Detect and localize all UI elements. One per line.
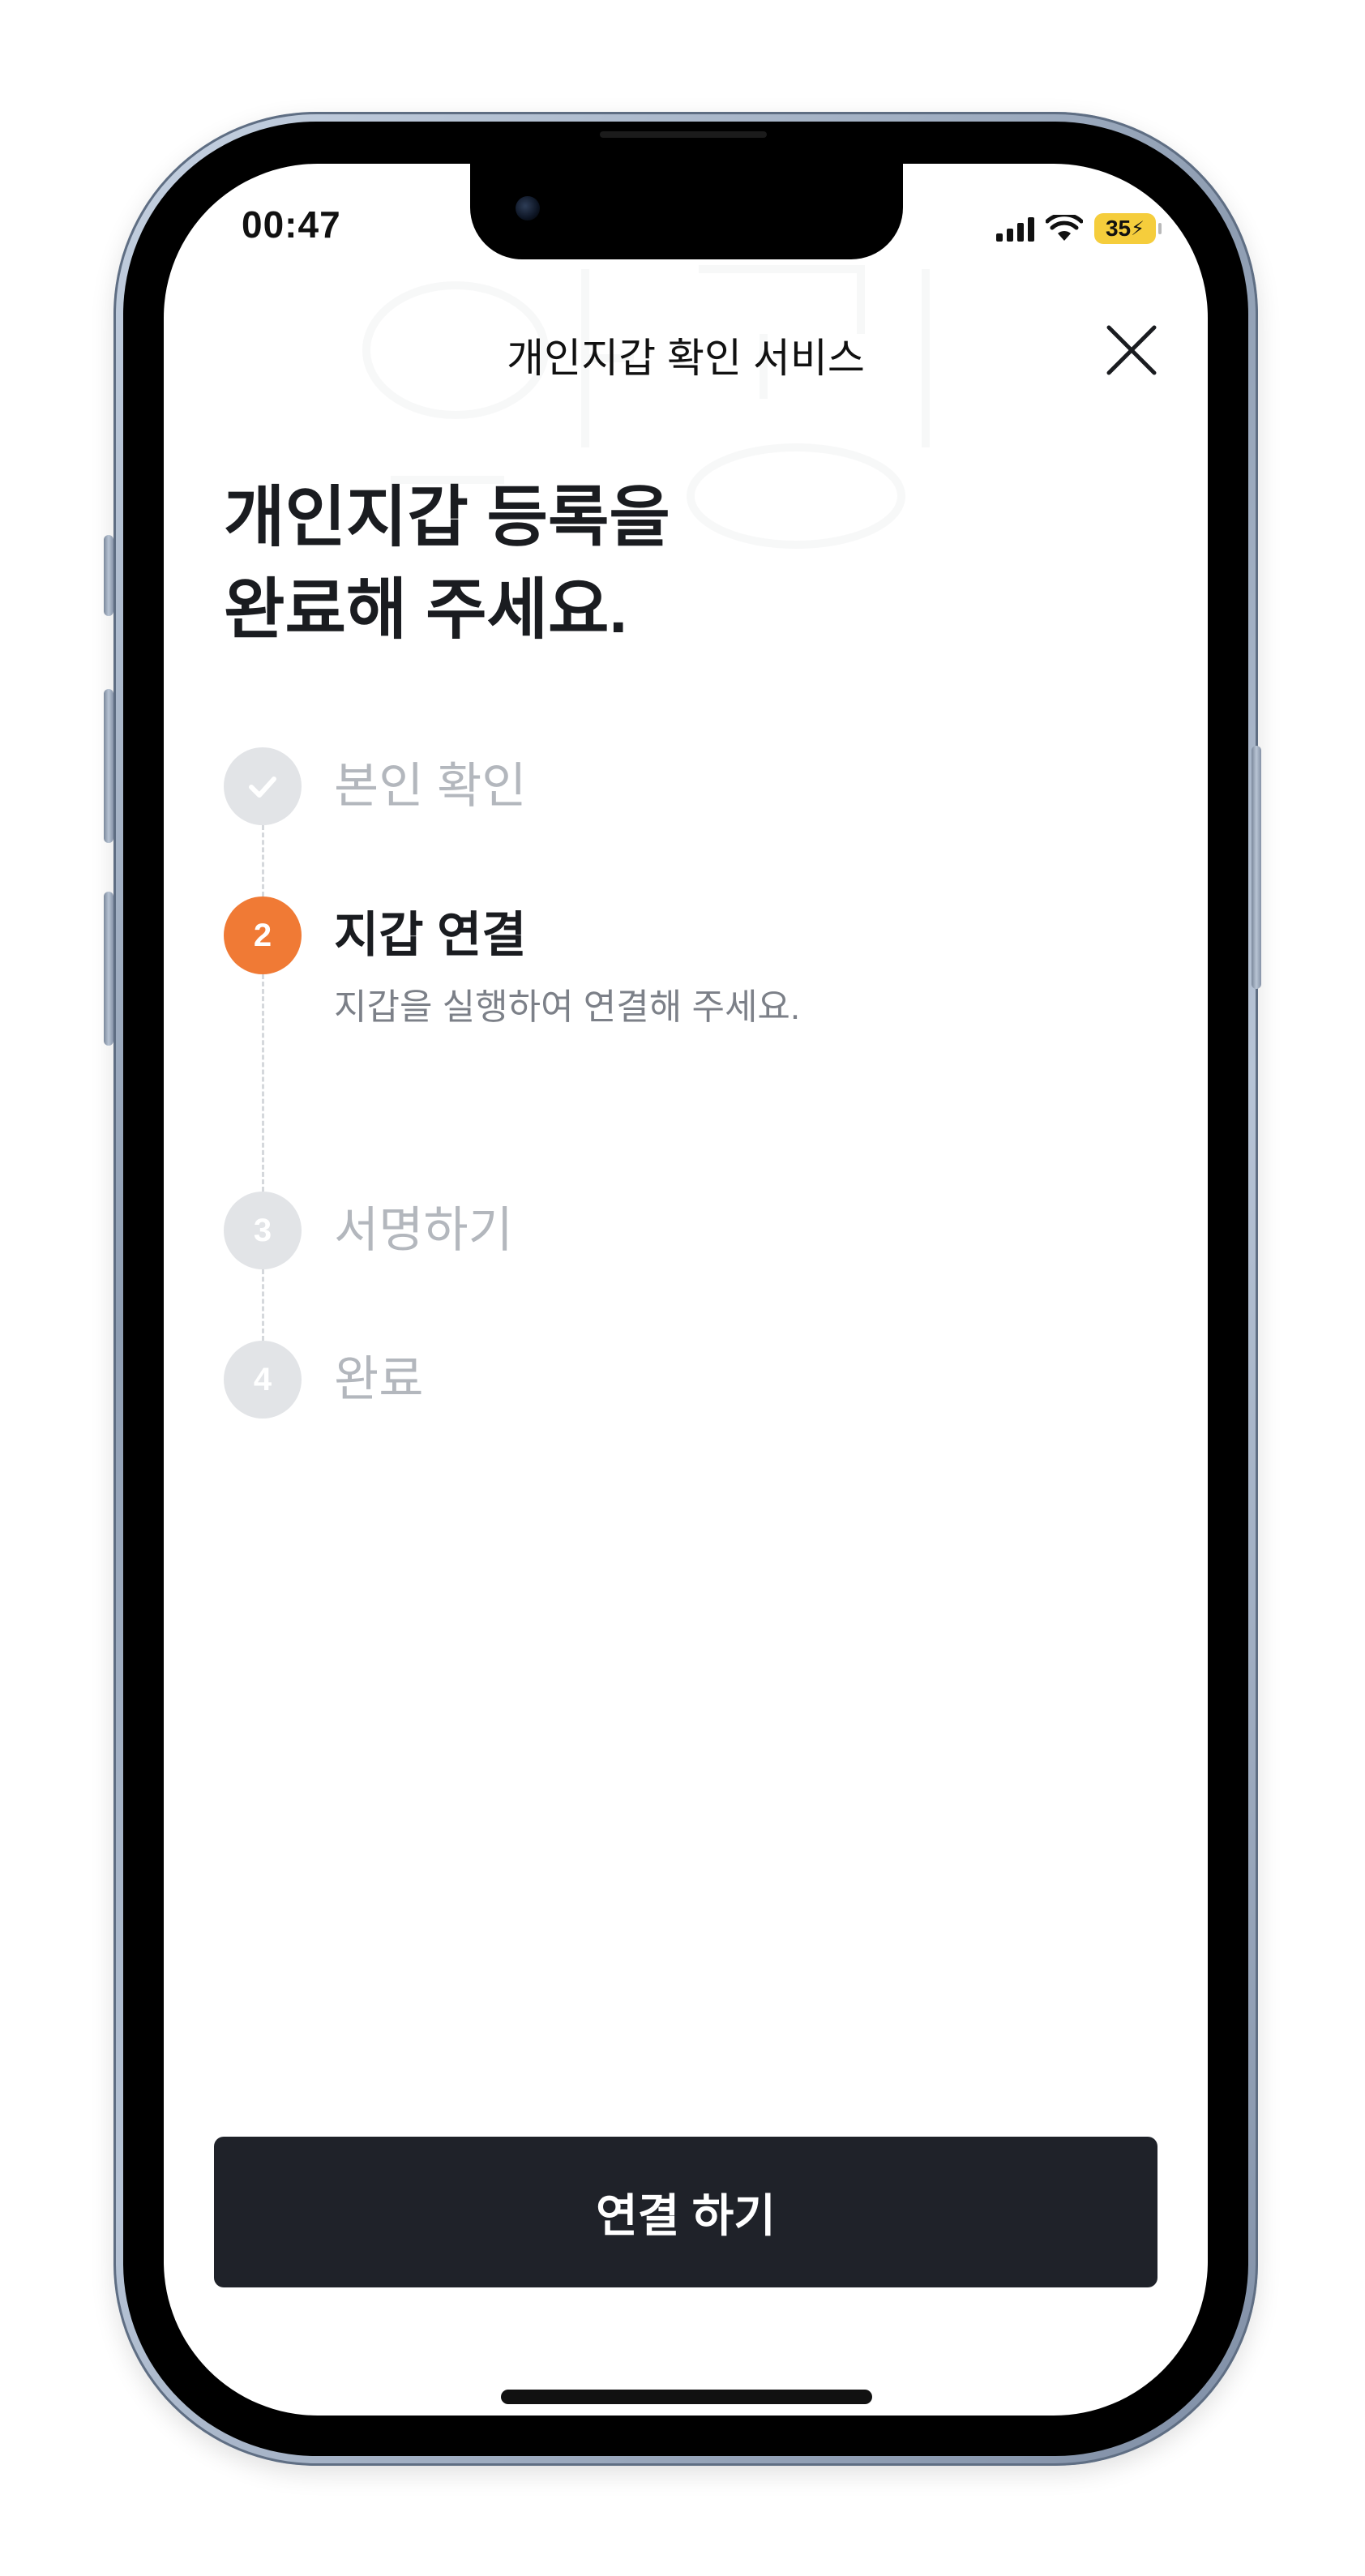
- page-title: 개인지갑 등록을 완료해 주세요.: [224, 472, 670, 657]
- step-3-circle: 3: [224, 1192, 302, 1269]
- battery-charging-icon: 35 ⚡: [1094, 213, 1162, 244]
- step-2-label: 지갑 연결: [334, 908, 527, 962]
- close-icon: [1106, 325, 1157, 375]
- step-2-circle: 2: [224, 896, 302, 974]
- battery-level: 35: [1105, 216, 1132, 241]
- step-connector: [262, 1269, 264, 1341]
- header-title: 개인지갑 확인 서비스: [507, 336, 865, 381]
- step-complete: 4 완료: [224, 1341, 423, 1419]
- step-connector: [262, 825, 264, 896]
- step-3-label: 서명하기: [334, 1203, 513, 1257]
- speaker-grill: [600, 131, 767, 138]
- wifi-icon: [1046, 215, 1083, 241]
- power-button: [1252, 746, 1261, 989]
- check-icon: [249, 777, 276, 798]
- status-time: 00:47: [242, 203, 341, 246]
- step-1-label: 본인 확인: [334, 759, 527, 813]
- stage: 00:47 35 ⚡ 개인지갑 확인 서비스 개인지갑 등록을 완료해 주세요.…: [0, 0, 1365, 2576]
- signal-icon: [996, 216, 1034, 242]
- action-button: [104, 535, 113, 616]
- close-button[interactable]: [1099, 318, 1164, 383]
- connect-button[interactable]: 연결 하기: [214, 2137, 1157, 2287]
- volume-up-button: [104, 689, 113, 843]
- page-title-line-2: 완료해 주세요.: [224, 573, 628, 647]
- notch: [470, 164, 903, 259]
- front-camera: [516, 196, 540, 220]
- step-4-label: 완료: [334, 1352, 424, 1406]
- volume-down-button: [104, 892, 113, 1046]
- step-identity-verification: 본인 확인: [224, 747, 526, 825]
- step-wallet-connect: 2 지갑 연결 지갑을 실행하여 연결해 주세요.: [224, 896, 800, 1029]
- home-indicator[interactable]: [501, 2390, 872, 2404]
- charging-bolt-icon: ⚡: [1131, 217, 1145, 240]
- step-4-circle: 4: [224, 1341, 302, 1419]
- screen: 00:47 35 ⚡ 개인지갑 확인 서비스 개인지갑 등록을 완료해 주세요.…: [164, 164, 1208, 2416]
- step-2-description: 지갑을 실행하여 연결해 주세요.: [334, 987, 801, 1027]
- step-signing: 3 서명하기: [224, 1192, 513, 1269]
- status-icons: 35 ⚡: [996, 211, 1162, 246]
- page-title-line-1: 개인지갑 등록을: [224, 481, 670, 554]
- step-1-circle: [224, 747, 302, 825]
